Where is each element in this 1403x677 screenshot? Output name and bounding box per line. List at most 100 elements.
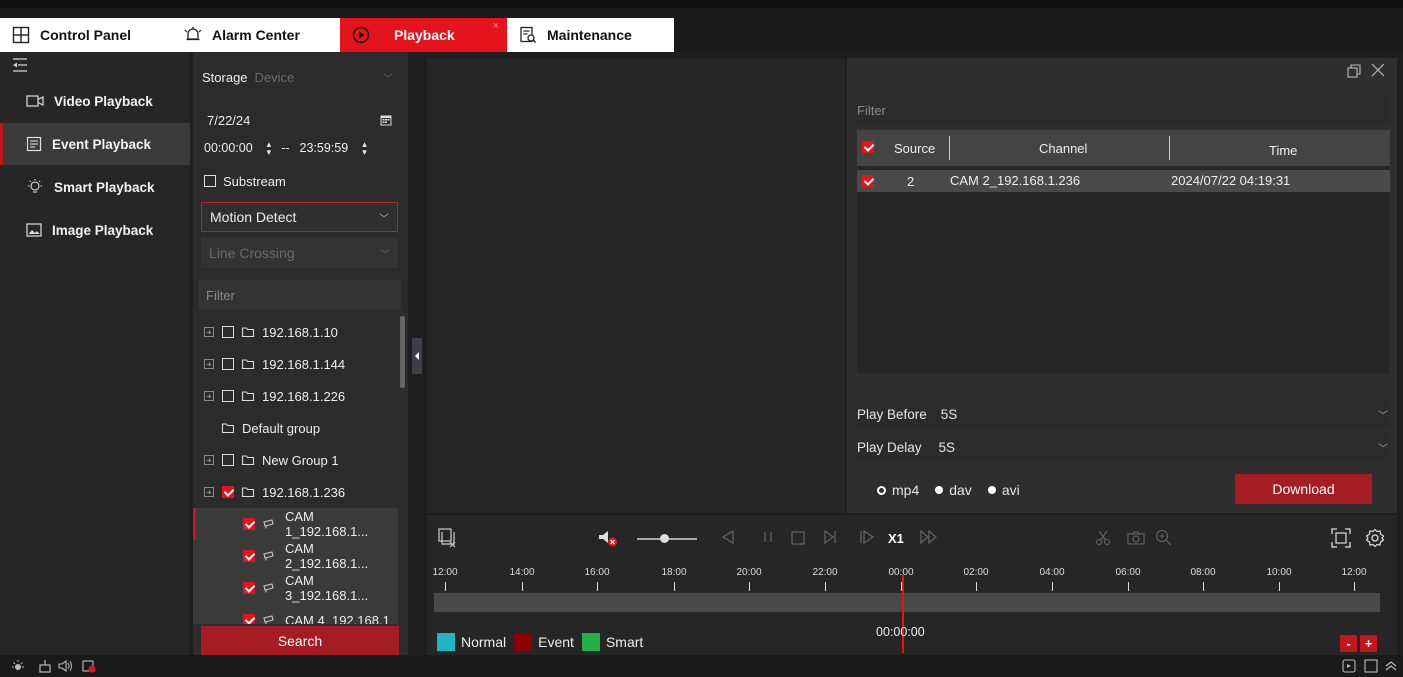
select-all-checkbox[interactable] (862, 141, 874, 153)
checkbox[interactable] (222, 358, 234, 370)
tree-node[interactable]: New Group 1 (193, 444, 398, 476)
pause-icon[interactable] (763, 531, 773, 543)
expand-icon[interactable] (204, 359, 214, 369)
checkbox[interactable] (243, 550, 255, 562)
table-row[interactable]: 2 CAM 2_192.168.1.236 2024/07/22 04:19:3… (857, 170, 1390, 192)
collapse-menu-icon[interactable] (12, 57, 28, 73)
tree-node[interactable]: 192.168.1.144 (193, 348, 398, 380)
expand-icon[interactable] (204, 327, 214, 337)
storage-select[interactable]: Storage Device ﹀ (198, 60, 401, 94)
volume-icon[interactable] (58, 659, 74, 673)
nav-image-playback[interactable]: Image Playback (0, 209, 190, 251)
checkbox[interactable] (222, 326, 234, 338)
time-range: 00:00:00 ▴ ▾ -- 23:59:59 ▴ ▾ (198, 136, 401, 160)
end-time-input[interactable]: 23:59:59 (300, 141, 349, 155)
tab-alarm-center[interactable]: Alarm Center (172, 18, 340, 52)
folder-icon (222, 423, 234, 433)
format-label: avi (1001, 482, 1020, 498)
event-type-value: Motion Detect (210, 209, 297, 225)
play-delay-select[interactable]: Play Delay 5S ﹀ (857, 432, 1390, 462)
checkbox[interactable] (222, 486, 234, 498)
event-type-select[interactable]: Motion Detect ﹀ (201, 202, 398, 232)
checkbox[interactable] (204, 175, 216, 187)
expand-icon[interactable] (204, 391, 214, 401)
window-icon[interactable] (1364, 659, 1378, 673)
top-tab-bar: Control Panel Alarm Center Playback × Ma… (0, 0, 1403, 52)
tree-node[interactable]: 192.168.1.226 (193, 380, 398, 412)
panel-collapse-handle[interactable] (412, 338, 422, 374)
nav-smart-playback[interactable]: Smart Playback (0, 166, 190, 208)
tab-maintenance[interactable]: Maintenance (507, 18, 674, 52)
close-icon[interactable] (1371, 63, 1385, 77)
nav-event-playback[interactable]: Event Playback (0, 123, 190, 165)
zoom-in-icon[interactable] (1155, 529, 1172, 546)
date-field[interactable]: 7/22/24 (198, 104, 401, 136)
substream-checkbox[interactable]: Substream (198, 166, 401, 196)
expand-icon[interactable] (204, 455, 214, 465)
timeline-zoom-out-button[interactable]: - (1340, 635, 1357, 652)
settings-gear-icon[interactable] (1365, 528, 1385, 548)
alarm-off-icon[interactable] (82, 659, 96, 673)
format-radio-avi[interactable]: avi (987, 482, 1020, 498)
camera-item[interactable]: CAM 3_192.168.1... (193, 572, 398, 604)
export-icon[interactable] (1342, 659, 1356, 673)
radio-button[interactable] (987, 486, 996, 494)
collapse-icon[interactable] (204, 487, 214, 497)
tab-playback[interactable]: Playback × (340, 18, 507, 52)
start-time-spinner[interactable]: ▴ ▾ (267, 140, 272, 157)
timeline-zoom-in-button[interactable]: + (1360, 635, 1377, 652)
column-header-time[interactable]: Time (1269, 143, 1297, 158)
step-back-icon[interactable] (721, 530, 735, 544)
next-frame-icon[interactable] (823, 530, 837, 544)
start-time-input[interactable]: 00:00:00 (204, 141, 253, 155)
end-time-spinner[interactable]: ▴ ▾ (362, 140, 367, 157)
nav-video-playback[interactable]: Video Playback (0, 80, 190, 122)
tree-node[interactable]: 192.168.1.10 (193, 316, 398, 348)
tree-node[interactable]: 192.168.1.236 (193, 476, 398, 508)
event-subtype-select[interactable]: Line Crossing ﹀ (201, 238, 398, 268)
radio-button[interactable] (935, 486, 944, 494)
radio-button[interactable] (877, 485, 886, 495)
format-radio-mp4[interactable]: mp4 (877, 482, 919, 498)
column-header-channel[interactable]: Channel (1039, 141, 1087, 156)
snapshot-camera-icon[interactable] (1127, 531, 1145, 545)
timeline-tick-label: 14:00 (509, 567, 535, 578)
checkbox[interactable] (243, 518, 255, 530)
format-radio-dav[interactable]: dav (935, 482, 972, 498)
play-before-select[interactable]: Play Before 5S ﹀ (857, 399, 1390, 429)
chevron-down-icon: ﹀ (380, 249, 390, 261)
checkbox[interactable] (222, 390, 234, 402)
slow-play-icon[interactable] (859, 530, 875, 544)
camera-item[interactable]: CAM 1_192.168.1... (193, 508, 398, 540)
tree-scrollbar[interactable] (400, 316, 405, 388)
checkbox[interactable] (222, 454, 234, 466)
event-filter-input[interactable]: Filter (857, 95, 1390, 125)
search-button[interactable]: Search (201, 626, 399, 655)
column-header-source[interactable]: Source (894, 141, 935, 156)
checkbox[interactable] (243, 582, 255, 594)
calendar-icon[interactable] (380, 114, 392, 126)
alarm-light-icon[interactable] (11, 659, 25, 673)
tree-node[interactable]: Default group (193, 412, 398, 444)
timeline-cursor[interactable] (902, 575, 904, 653)
close-all-windows-icon[interactable] (438, 528, 458, 548)
volume-slider-handle[interactable] (660, 534, 669, 543)
video-view[interactable] (427, 58, 845, 513)
checkbox[interactable] (243, 614, 255, 624)
recording-status-icon[interactable] (38, 659, 52, 673)
mute-icon[interactable] (598, 529, 618, 547)
row-checkbox[interactable] (862, 175, 874, 187)
download-button[interactable]: Download (1235, 474, 1372, 504)
tab-control-panel[interactable]: Control Panel (0, 18, 172, 52)
tree-filter-input[interactable]: Filter (198, 280, 401, 310)
fullscreen-icon[interactable] (1331, 528, 1351, 548)
camera-item[interactable]: CAM 2_192.168.1... (193, 540, 398, 572)
clip-scissors-icon[interactable] (1095, 530, 1111, 546)
timeline-track[interactable] (434, 593, 1380, 612)
chevron-up-icon[interactable] (1384, 659, 1398, 673)
restore-window-icon[interactable] (1347, 64, 1361, 78)
stop-icon[interactable] (791, 531, 805, 545)
fast-forward-icon[interactable] (920, 530, 938, 544)
camera-item[interactable]: CAM 4_192.168.1 (193, 604, 398, 624)
close-tab-icon[interactable]: × (493, 20, 499, 32)
